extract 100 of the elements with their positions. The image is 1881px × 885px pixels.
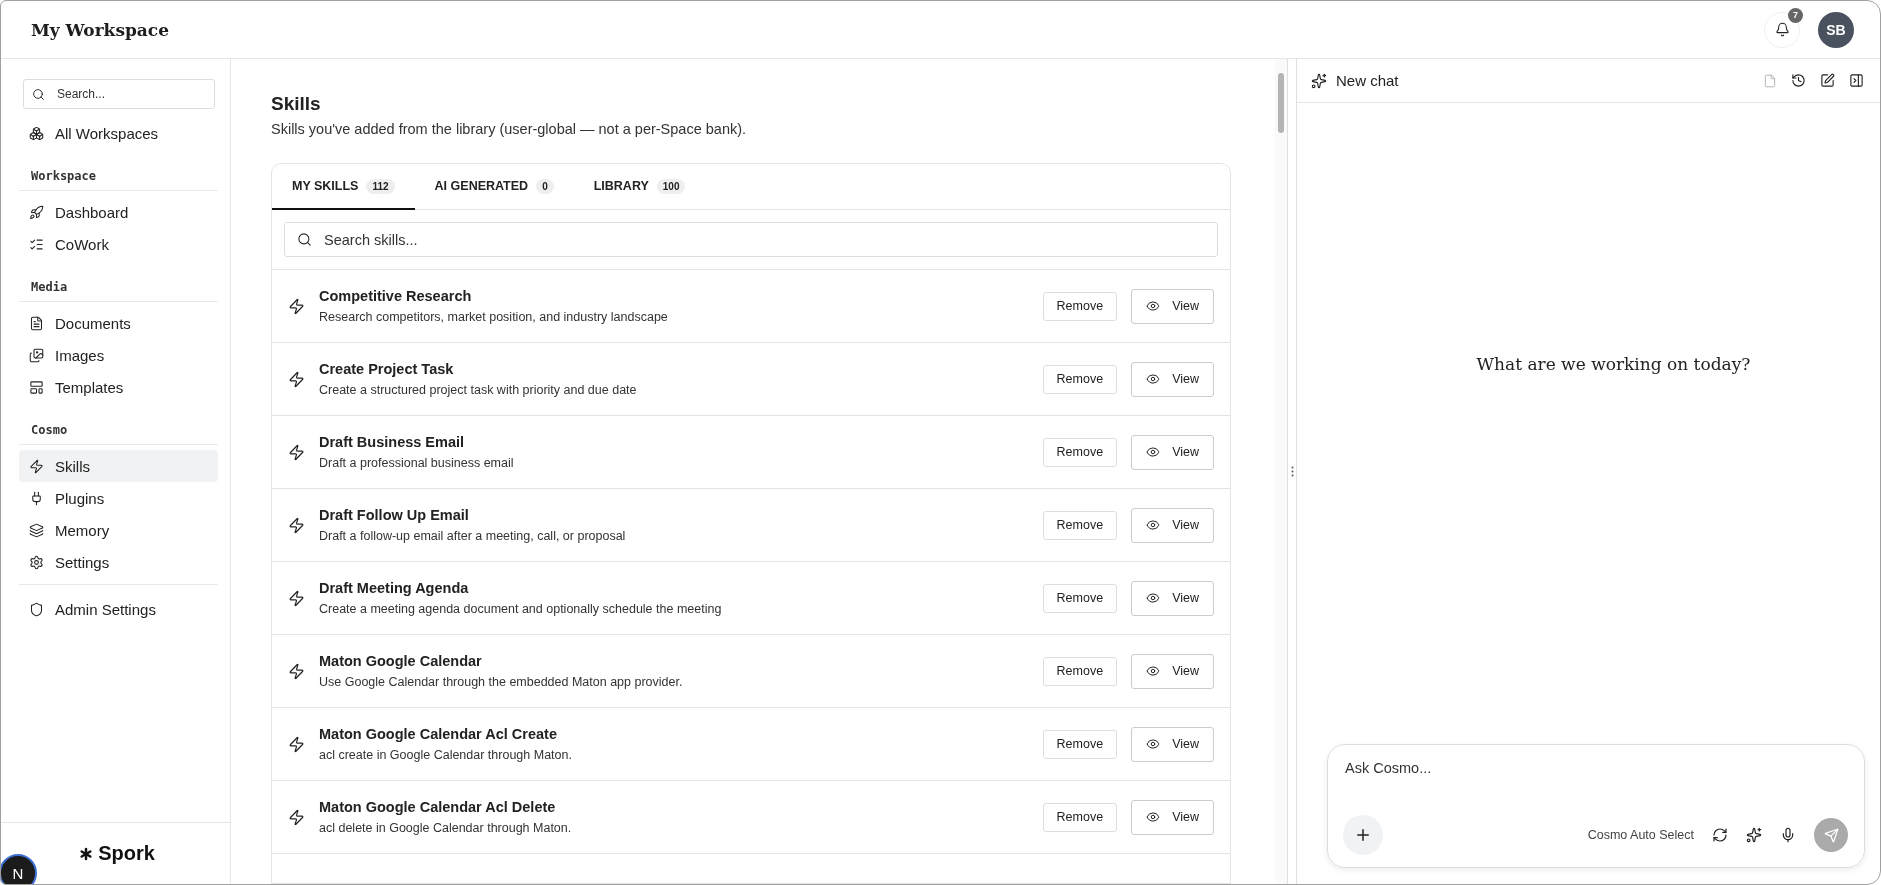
history-icon[interactable] bbox=[1791, 73, 1806, 88]
remove-button[interactable]: Remove bbox=[1042, 364, 1118, 394]
user-avatar[interactable]: SB bbox=[1818, 11, 1854, 48]
eye-icon bbox=[1146, 591, 1161, 605]
resize-handle-icon[interactable] bbox=[1290, 466, 1294, 477]
remove-button[interactable]: Remove bbox=[1042, 802, 1118, 832]
sidebar-item[interactable]: CoWork bbox=[19, 228, 218, 260]
microphone-icon[interactable] bbox=[1780, 827, 1796, 843]
skills-search-field[interactable]: Search skills... bbox=[284, 222, 1218, 257]
view-button[interactable]: View bbox=[1131, 434, 1214, 470]
notification-count: 7 bbox=[1788, 7, 1803, 23]
view-button[interactable]: View bbox=[1131, 507, 1214, 543]
skill-description: Draft a professional business email bbox=[319, 456, 515, 470]
sidebar-item[interactable]: Documents bbox=[19, 307, 218, 339]
skill-name: Maton Google Calendar bbox=[319, 653, 483, 669]
bell-icon bbox=[1774, 22, 1790, 37]
lightning-icon bbox=[288, 443, 305, 461]
section-heading: Media bbox=[19, 260, 218, 302]
add-button[interactable] bbox=[1343, 815, 1383, 855]
tab-count: 112 bbox=[366, 178, 395, 194]
refresh-icon[interactable] bbox=[1712, 827, 1728, 843]
skill-name: Create Project Task bbox=[319, 361, 455, 377]
skill-description: Research competitors, market position, and industry landscape bbox=[319, 310, 669, 324]
model-selector[interactable]: Cosmo Auto Select bbox=[1587, 828, 1694, 842]
view-button[interactable]: View bbox=[1131, 361, 1214, 397]
tab[interactable]: LIBRARY 100 bbox=[573, 164, 706, 210]
tab[interactable]: MY SKILLS 112 bbox=[272, 164, 415, 210]
plug-icon bbox=[29, 490, 44, 506]
skill-name: Maton Google Calendar Acl Delete bbox=[319, 799, 557, 815]
lightning-icon bbox=[288, 662, 305, 680]
skill-description: Create a structured project task with priority and due date bbox=[319, 383, 638, 397]
lightning-icon bbox=[288, 735, 305, 753]
sidebar-item[interactable]: Dashboard bbox=[19, 196, 218, 228]
lightning-icon bbox=[288, 808, 305, 826]
logo-text: Spork bbox=[98, 842, 155, 865]
skill-name: Competitive Research bbox=[319, 288, 473, 304]
shield-icon bbox=[29, 601, 44, 617]
notifications-button[interactable]: 7 bbox=[1764, 11, 1800, 48]
view-button[interactable]: View bbox=[1131, 726, 1214, 762]
rocket-icon bbox=[29, 204, 44, 220]
dev-tools-badge[interactable]: N bbox=[1, 854, 37, 884]
document-icon bbox=[29, 315, 44, 331]
sparkles-icon[interactable] bbox=[1746, 827, 1762, 843]
eye-icon bbox=[1146, 518, 1161, 532]
search-icon bbox=[32, 87, 45, 101]
skill-name: Draft Business Email bbox=[319, 434, 466, 450]
page-subtitle: Skills you've added from the library (user-global — not a per-Space bank). bbox=[271, 121, 748, 137]
page-title: Skills bbox=[271, 93, 322, 115]
sidebar-item[interactable]: Settings bbox=[19, 546, 218, 578]
chat-prompt: What are we working on today? bbox=[1476, 353, 1751, 374]
sidebar-item[interactable]: Skills bbox=[19, 450, 218, 482]
sidebar-search-field[interactable]: Search... bbox=[23, 79, 215, 109]
chat-title: New chat bbox=[1336, 72, 1400, 89]
sidebar-item[interactable]: Admin Settings bbox=[19, 593, 218, 625]
sidebar-item[interactable]: Templates bbox=[19, 371, 218, 403]
edit-icon[interactable] bbox=[1820, 73, 1835, 88]
view-button[interactable]: View bbox=[1131, 653, 1214, 689]
remove-button[interactable]: Remove bbox=[1042, 291, 1118, 321]
checklist-icon bbox=[29, 236, 44, 252]
lightning-icon bbox=[29, 458, 44, 474]
section-heading: Workspace bbox=[19, 149, 218, 191]
panel-collapse-icon[interactable] bbox=[1849, 73, 1864, 88]
sparkles-icon bbox=[1311, 72, 1327, 89]
view-button[interactable]: View bbox=[1131, 580, 1214, 616]
skill-description: Use Google Calendar through the embedded Maton app provider. bbox=[319, 675, 684, 689]
layout-icon bbox=[29, 379, 44, 395]
settings-icon bbox=[29, 554, 44, 570]
scrollbar[interactable] bbox=[1275, 59, 1287, 884]
skill-name: Maton Google Calendar Acl Create bbox=[319, 726, 558, 742]
eye-icon bbox=[1146, 299, 1161, 313]
sidebar-item[interactable]: All Workspaces bbox=[19, 117, 218, 149]
search-icon bbox=[297, 232, 312, 247]
plus-icon bbox=[1354, 826, 1372, 844]
layers-icon bbox=[29, 522, 44, 538]
eye-icon bbox=[1146, 445, 1161, 459]
sidebar-item[interactable]: Images bbox=[19, 339, 218, 371]
scrollbar-thumb[interactable] bbox=[1278, 73, 1284, 133]
eye-icon bbox=[1146, 664, 1161, 678]
lightning-icon bbox=[288, 589, 305, 607]
remove-button[interactable]: Remove bbox=[1042, 510, 1118, 540]
remove-button[interactable]: Remove bbox=[1042, 437, 1118, 467]
tab-count: 100 bbox=[656, 178, 686, 194]
sidebar-item[interactable]: Plugins bbox=[19, 482, 218, 514]
remove-button[interactable]: Remove bbox=[1042, 656, 1118, 686]
workspaces-icon bbox=[29, 125, 44, 141]
lightning-icon bbox=[288, 370, 305, 388]
skill-description: Draft a follow-up email after a meeting, call, or proposal bbox=[319, 529, 627, 543]
skill-description: Create a meeting agenda document and optionally schedule the meeting bbox=[319, 602, 723, 616]
view-button[interactable]: View bbox=[1131, 288, 1214, 324]
tab-count: 0 bbox=[536, 178, 554, 194]
lightning-icon bbox=[288, 516, 305, 534]
remove-button[interactable]: Remove bbox=[1042, 729, 1118, 759]
image-icon bbox=[29, 347, 44, 363]
tab[interactable]: AI GENERATED 0 bbox=[414, 164, 574, 210]
lightning-icon bbox=[288, 297, 305, 315]
eye-icon bbox=[1146, 810, 1161, 824]
view-button[interactable]: View bbox=[1131, 799, 1214, 835]
sidebar-item[interactable]: Memory bbox=[19, 514, 218, 546]
section-heading: Cosmo bbox=[19, 403, 218, 445]
remove-button[interactable]: Remove bbox=[1042, 583, 1118, 613]
